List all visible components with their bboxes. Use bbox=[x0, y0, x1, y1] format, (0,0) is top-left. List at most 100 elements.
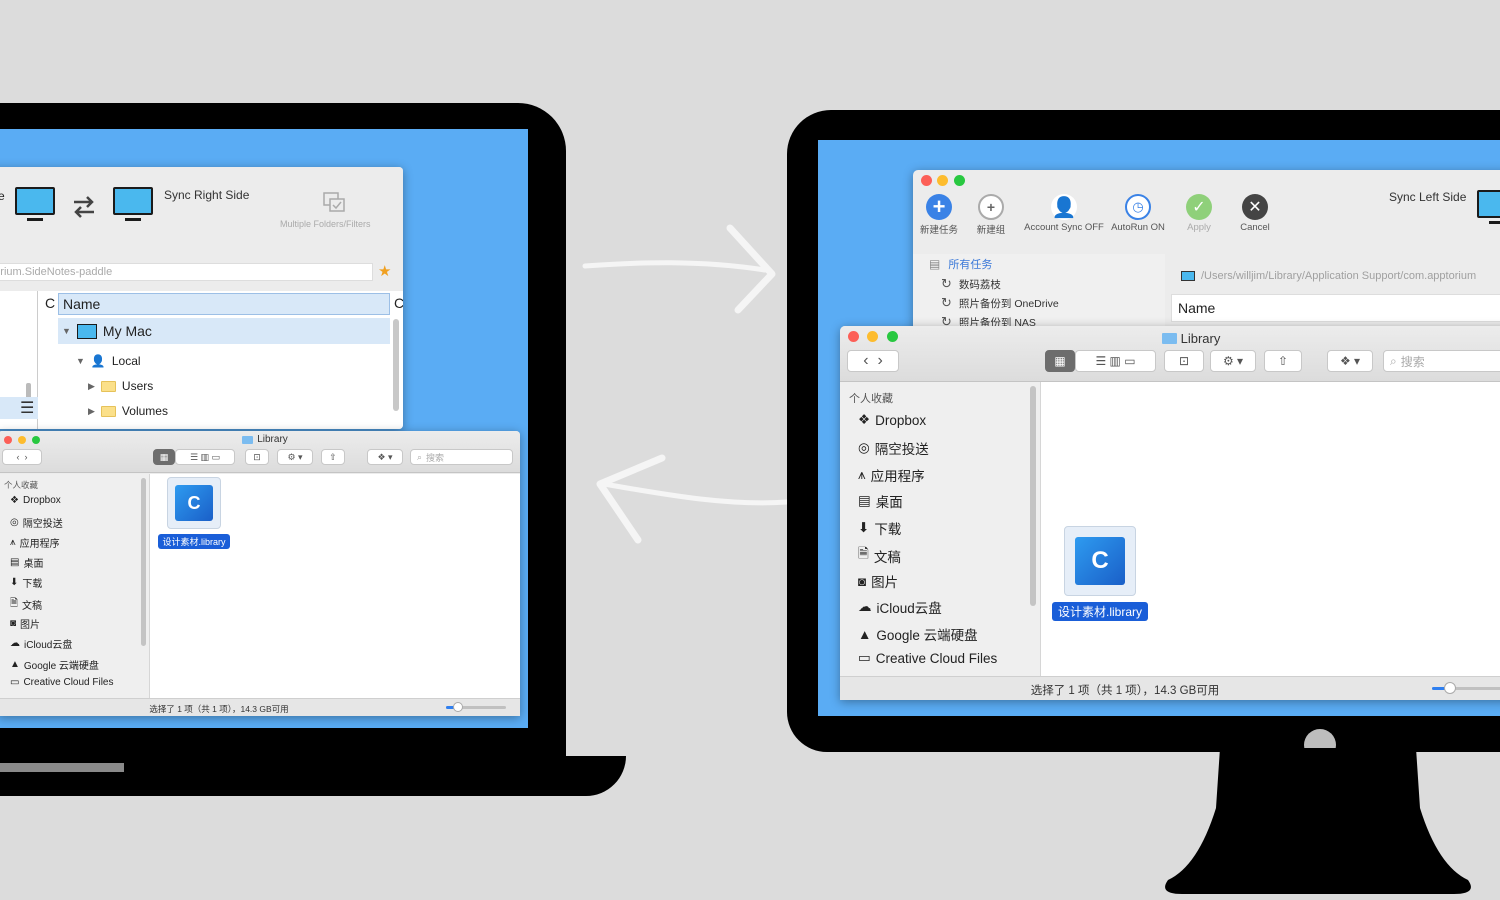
sidebar-scrollbar[interactable] bbox=[141, 478, 146, 646]
back-forward-buttons[interactable]: ‹ › bbox=[847, 350, 899, 372]
left-monitor-icon[interactable] bbox=[15, 187, 55, 223]
task-item[interactable]: ↻ 照片备份到 OneDrive bbox=[941, 295, 1059, 311]
sidebar-item-dropbox[interactable]: ❖ Dropbox bbox=[858, 412, 926, 428]
sidebar-item-creative-cloud[interactable]: ▭ Creative Cloud Files bbox=[858, 650, 997, 666]
library-file-icon[interactable]: C bbox=[167, 477, 221, 529]
autorun-button[interactable]: ◷ AutoRun ON bbox=[1109, 194, 1167, 233]
multiple-folders-label[interactable]: Multiple Folders/Filters bbox=[280, 219, 371, 229]
view-mode-buttons[interactable]: ☰ ▥ ▭ bbox=[1075, 350, 1156, 372]
icon-view-button[interactable]: ▦ bbox=[1045, 350, 1075, 372]
search-icon: ⌕ bbox=[417, 451, 423, 462]
sidebar-item-downloads[interactable]: ⬇ 下载 bbox=[858, 518, 901, 538]
sidebar-item-google-drive[interactable]: ▲ Google 云端硬盘 bbox=[10, 657, 99, 672]
cloud-icon: ☁ bbox=[10, 638, 20, 649]
account-icon: 👤 bbox=[1051, 194, 1077, 220]
close-button[interactable] bbox=[921, 175, 932, 186]
sync-right-side-label[interactable]: Sync Right Side bbox=[164, 188, 249, 202]
path-field[interactable]: ptorium.SideNotes-paddle bbox=[0, 263, 373, 281]
disclosure-triangle-icon[interactable]: ▼ bbox=[62, 326, 71, 336]
sidebar-item-google-drive[interactable]: ▲ Google 云端硬盘 bbox=[858, 624, 978, 644]
action-gear-icon[interactable]: ⚙ ▾ bbox=[1210, 350, 1256, 372]
name-column-header[interactable]: Name bbox=[1171, 294, 1500, 322]
new-folder-icon[interactable]: ⊡ bbox=[1164, 350, 1204, 372]
google-drive-icon: ▲ bbox=[858, 626, 872, 642]
account-sync-button[interactable]: 👤 Account Sync OFF bbox=[1021, 194, 1107, 233]
action-gear-icon[interactable]: ⚙ ▾ bbox=[277, 449, 313, 465]
cancel-button[interactable]: ✕ Cancel bbox=[1235, 194, 1275, 233]
tree-row-users[interactable]: ▶ Users bbox=[88, 379, 153, 393]
view-mode-buttons[interactable]: ☰ ▥ ▭ bbox=[175, 449, 235, 465]
share-icon[interactable]: ⇧ bbox=[321, 449, 345, 465]
sidebar-item-documents[interactable]: 🗎 文稿 bbox=[10, 596, 42, 613]
user-icon: 👤 bbox=[90, 354, 106, 368]
tree-scrollbar[interactable] bbox=[393, 319, 399, 411]
zoom-button[interactable] bbox=[954, 175, 965, 186]
plus-circle-icon: + bbox=[926, 194, 952, 220]
dropbox-icon: ❖ bbox=[858, 412, 871, 427]
sidebar-item-applications[interactable]: ⩚ 应用程序 bbox=[858, 465, 925, 485]
minimize-button[interactable] bbox=[937, 175, 948, 186]
favorite-star-icon[interactable]: ★ bbox=[378, 262, 391, 280]
sidebar-item-icloud[interactable]: ☁ iCloud云盘 bbox=[10, 636, 72, 651]
finder-titlebar: Library ‹ › ▦ ☰ ▥ ▭ ⊡ ⚙ ▾ ⇧ ❖ ▾ ⌕ 搜索 bbox=[0, 431, 520, 473]
sidebar-item-airdrop[interactable]: ◎ 隔空投送 bbox=[10, 515, 63, 530]
disclosure-triangle-icon[interactable]: ▶ bbox=[88, 406, 95, 417]
menu-icon[interactable]: ☰ bbox=[20, 398, 34, 418]
icon-view-button[interactable]: ▦ bbox=[153, 449, 175, 465]
new-group-button[interactable]: + 新建组 bbox=[969, 194, 1013, 236]
tree-row-volumes[interactable]: ▶ Volumes bbox=[88, 404, 168, 418]
sidebar-item-applications[interactable]: ⩚ 应用程序 bbox=[10, 535, 60, 550]
sidebar-item-pictures[interactable]: ◙ 图片 bbox=[10, 616, 40, 631]
task-item[interactable]: ↻ 数码荔枝 bbox=[941, 276, 1001, 292]
library-file-label[interactable]: 设计素材.library bbox=[158, 534, 230, 549]
path-text: /Users/willjim/Library/Application Suppo… bbox=[1201, 270, 1477, 282]
sidebar-item-dropbox[interactable]: ❖ Dropbox bbox=[10, 495, 61, 506]
column-c-header[interactable]: C bbox=[45, 295, 55, 311]
dropbox-menu-icon[interactable]: ❖ ▾ bbox=[1327, 350, 1373, 372]
column-c2-header[interactable]: C bbox=[394, 295, 403, 311]
sidebar-item-documents[interactable]: 🗎 文稿 bbox=[858, 544, 901, 567]
icon-size-slider-knob[interactable] bbox=[453, 702, 463, 712]
right-monitor-icon[interactable] bbox=[113, 187, 153, 223]
sidebar-item-label: 隔空投送 bbox=[22, 519, 63, 530]
sidebar-item-downloads[interactable]: ⬇ 下载 bbox=[10, 575, 42, 590]
share-icon[interactable]: ⇧ bbox=[1264, 350, 1302, 372]
disclosure-triangle-icon[interactable]: ▼ bbox=[76, 356, 85, 366]
sidebar-item-airdrop[interactable]: ◎ 隔空投送 bbox=[858, 438, 929, 458]
back-forward-buttons[interactable]: ‹ › bbox=[2, 449, 42, 465]
sidebar-item-label: 下载 bbox=[874, 522, 902, 537]
path-field[interactable]: /Users/willjim/Library/Application Suppo… bbox=[1171, 266, 1500, 286]
dropbox-menu-icon[interactable]: ❖ ▾ bbox=[367, 449, 403, 465]
swap-arrows-icon[interactable] bbox=[70, 193, 98, 221]
sidebar-item-desktop[interactable]: ▤ 桌面 bbox=[10, 555, 43, 570]
apply-button[interactable]: ✓ Apply bbox=[1179, 194, 1219, 233]
group-add-icon: + bbox=[978, 194, 1004, 220]
new-folder-icon[interactable]: ⊡ bbox=[245, 449, 269, 465]
sidebar-item-desktop[interactable]: ▤ 桌面 bbox=[858, 491, 903, 511]
disclosure-triangle-icon[interactable]: ▶ bbox=[88, 381, 95, 392]
multiple-folders-icon[interactable] bbox=[322, 191, 348, 215]
search-icon: ⌕ bbox=[1390, 353, 1397, 368]
search-input[interactable]: ⌕ 搜索 bbox=[410, 449, 513, 465]
library-file-icon[interactable]: C bbox=[1064, 526, 1136, 596]
dropbox-icon: ❖ bbox=[10, 495, 19, 506]
toolbar-label: Cancel bbox=[1240, 222, 1270, 233]
sidebar-item-icloud[interactable]: ☁ iCloud云盘 bbox=[858, 597, 942, 617]
finder-title: Library bbox=[0, 434, 520, 445]
camera-icon: ◙ bbox=[858, 573, 867, 589]
icon-size-slider-knob[interactable] bbox=[1444, 682, 1456, 694]
new-task-button[interactable]: + 新建任务 bbox=[917, 194, 961, 236]
library-file-label[interactable]: 设计素材.library bbox=[1052, 602, 1148, 621]
search-input[interactable]: ⌕ 搜索 bbox=[1383, 350, 1500, 372]
sidebar-item-pictures[interactable]: ◙ 图片 bbox=[858, 571, 898, 591]
tree-row-local[interactable]: ▼ 👤 Local bbox=[76, 354, 141, 368]
tree-row-mymac[interactable]: ▼ My Mac bbox=[58, 318, 390, 344]
left-pane-selection[interactable]: ☰ bbox=[0, 397, 38, 419]
name-column-header[interactable]: Name bbox=[58, 293, 390, 315]
folder-icon bbox=[100, 380, 116, 392]
sync-left-side-label[interactable]: Sync Left Side bbox=[1389, 190, 1466, 204]
monitor-icon[interactable] bbox=[1477, 190, 1500, 226]
sidebar-item-creative-cloud[interactable]: ▭ Creative Cloud Files bbox=[10, 677, 114, 688]
all-tasks-item[interactable]: ▤ 所有任务 bbox=[929, 256, 992, 272]
sidebar-scrollbar[interactable] bbox=[1030, 386, 1036, 606]
